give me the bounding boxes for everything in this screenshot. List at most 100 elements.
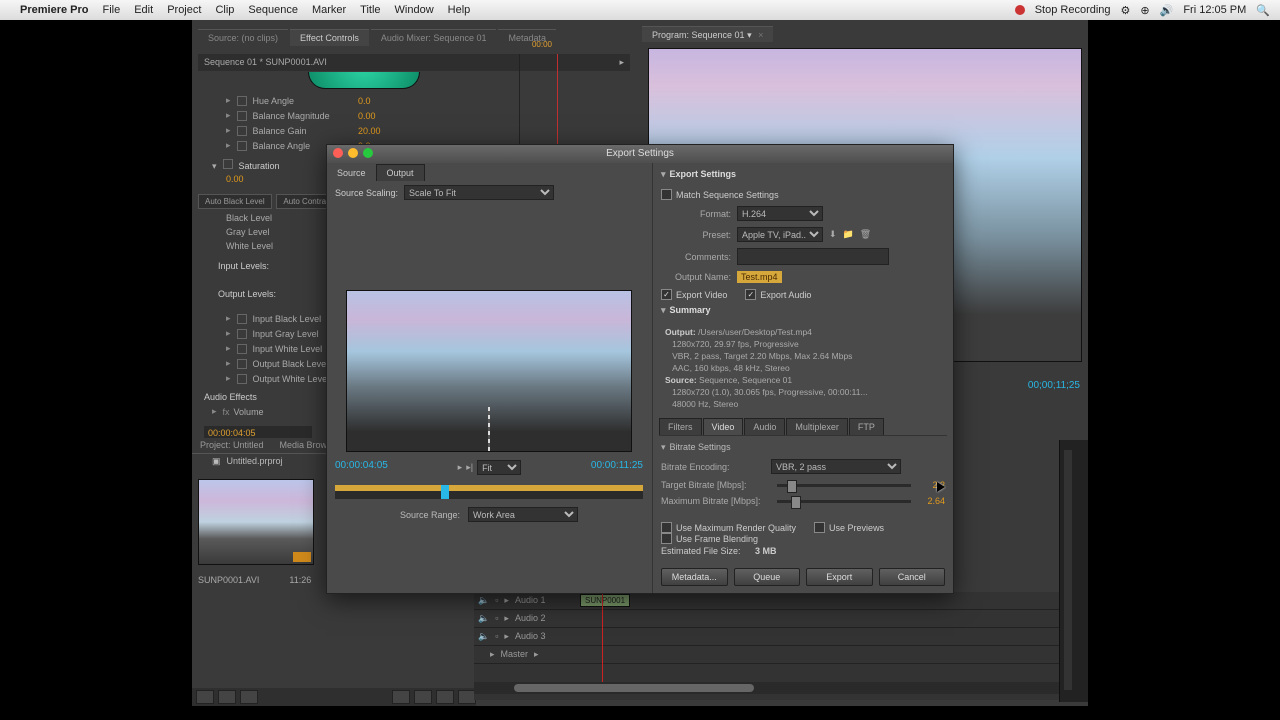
- clip-menu[interactable]: Clip: [215, 4, 234, 16]
- stopwatch-icon[interactable]: [237, 359, 247, 369]
- stopwatch-icon[interactable]: [223, 159, 233, 169]
- twirl-icon[interactable]: ▸: [226, 125, 231, 136]
- program-timecode[interactable]: 00;00;11;25: [1028, 380, 1080, 391]
- scrollbar-thumb[interactable]: [514, 684, 754, 692]
- window-menu[interactable]: Window: [395, 4, 434, 16]
- preview-tc-in[interactable]: 00:00:04:05: [335, 460, 388, 475]
- help-menu[interactable]: Help: [448, 4, 471, 16]
- master-track[interactable]: ▸Master▸: [474, 646, 1086, 664]
- twirl-icon[interactable]: ▸: [226, 358, 231, 369]
- app-menu[interactable]: Premiere Pro: [20, 4, 88, 16]
- max-bitrate-slider[interactable]: [777, 500, 911, 503]
- match-sequence-checkbox[interactable]: Match Sequence Settings: [661, 189, 779, 200]
- import-preset-icon[interactable]: 📁: [843, 229, 854, 240]
- param-value[interactable]: 0.0: [358, 96, 371, 106]
- close-traffic-icon[interactable]: [333, 148, 343, 158]
- preview-timebar[interactable]: [335, 485, 643, 499]
- timeline-playhead[interactable]: [602, 592, 603, 688]
- tab-output[interactable]: Output: [376, 164, 425, 181]
- title-menu[interactable]: Title: [360, 4, 380, 16]
- file-menu[interactable]: File: [102, 4, 120, 16]
- fit-dropdown[interactable]: Fit: [477, 460, 521, 475]
- delete-preset-icon[interactable]: 🗑: [860, 229, 871, 240]
- stopwatch-icon[interactable]: [237, 344, 247, 354]
- use-previews-checkbox[interactable]: Use Previews: [814, 522, 884, 533]
- timeline-scrollbar[interactable]: [474, 682, 1086, 694]
- preview-playhead[interactable]: [441, 485, 449, 499]
- scaling-dropdown[interactable]: Scale To Fit: [404, 185, 554, 200]
- fx-icon[interactable]: fx: [223, 407, 230, 417]
- auto-black-button[interactable]: Auto Black Level: [198, 194, 272, 209]
- param-value[interactable]: 0.00: [358, 111, 376, 121]
- twirl-icon[interactable]: ▸: [226, 313, 231, 324]
- new-bin-icon[interactable]: [414, 690, 432, 704]
- stopwatch-icon[interactable]: [237, 314, 247, 324]
- volume-icon[interactable]: 🔊: [1160, 4, 1174, 17]
- dialog-titlebar[interactable]: Export Settings: [327, 145, 953, 163]
- export-button[interactable]: Export: [806, 568, 873, 586]
- stopwatch-icon[interactable]: [237, 374, 247, 384]
- tab-audio[interactable]: Audio: [744, 418, 785, 435]
- stopwatch-icon[interactable]: [237, 96, 247, 106]
- tab-source[interactable]: Source: (no clips): [198, 29, 288, 46]
- tab-program[interactable]: Program: Sequence 01 ▾ ×: [642, 26, 773, 42]
- tab-source[interactable]: Source: [327, 165, 376, 181]
- twirl-icon[interactable]: ▸: [212, 406, 217, 417]
- queue-button[interactable]: Queue: [734, 568, 801, 586]
- tab-ftp[interactable]: FTP: [849, 418, 884, 435]
- tab-project[interactable]: Project: Untitled: [192, 438, 272, 454]
- edit-menu[interactable]: Edit: [134, 4, 153, 16]
- wifi-icon[interactable]: ⊕: [1140, 4, 1149, 17]
- auto-size-icon[interactable]: [240, 690, 258, 704]
- tab-effect-controls[interactable]: Effect Controls: [290, 29, 369, 46]
- clip-name[interactable]: SUNP0001.AVI: [198, 575, 259, 585]
- metadata-button[interactable]: Metadata...: [661, 568, 728, 586]
- twirl-icon[interactable]: ▸: [226, 328, 231, 339]
- twirl-icon[interactable]: ▸: [226, 373, 231, 384]
- expand-icon[interactable]: ▸: [504, 613, 509, 624]
- target-bitrate-slider[interactable]: [777, 484, 911, 487]
- source-range-dropdown[interactable]: Work Area: [468, 507, 578, 522]
- format-dropdown[interactable]: H.264: [737, 206, 823, 221]
- output-name-link[interactable]: Test.mp4: [737, 271, 782, 283]
- tab-audio-mixer[interactable]: Audio Mixer: Sequence 01: [371, 29, 497, 46]
- play-icon[interactable]: ▸: [458, 462, 463, 473]
- encoding-dropdown[interactable]: VBR, 2 pass: [771, 459, 901, 474]
- mute-icon[interactable]: 🔈: [478, 595, 489, 606]
- dropdown-icon[interactable]: ▾: [747, 30, 752, 40]
- spotlight-icon[interactable]: 🔍: [1256, 4, 1270, 17]
- list-view-icon[interactable]: [196, 690, 214, 704]
- minimize-traffic-icon[interactable]: [348, 148, 358, 158]
- marker-menu[interactable]: Marker: [312, 4, 346, 16]
- twirl-icon[interactable]: ▾: [212, 161, 217, 171]
- tab-video[interactable]: Video: [703, 418, 744, 435]
- close-icon[interactable]: ×: [758, 30, 763, 40]
- lock-icon[interactable]: ▫: [495, 631, 498, 642]
- icon-view-icon[interactable]: [218, 690, 236, 704]
- expand-icon[interactable]: ▸: [504, 595, 509, 606]
- audio-track[interactable]: 🔈▫▸Audio 1SUNP0001: [474, 592, 1086, 610]
- cancel-button[interactable]: Cancel: [879, 568, 946, 586]
- target-bitrate-value[interactable]: 2.2: [917, 480, 945, 490]
- step-icon[interactable]: ▸|: [466, 462, 473, 473]
- lock-icon[interactable]: ▫: [495, 613, 498, 624]
- sequence-menu[interactable]: Sequence: [248, 4, 298, 16]
- frame-blending-checkbox[interactable]: Use Frame Blending: [661, 533, 758, 544]
- preset-dropdown[interactable]: Apple TV, iPad...: [737, 227, 823, 242]
- zoom-traffic-icon[interactable]: [363, 148, 373, 158]
- preview-tc-out[interactable]: 00:00:11:25: [591, 460, 643, 475]
- max-bitrate-value[interactable]: 2.64: [917, 496, 945, 506]
- menulet-icon[interactable]: ⚙: [1121, 4, 1131, 17]
- twirl-icon[interactable]: ▾: [661, 169, 666, 179]
- twirl-icon[interactable]: ▸: [226, 140, 231, 151]
- max-render-quality-checkbox[interactable]: Use Maximum Render Quality: [661, 522, 796, 533]
- expand-icon[interactable]: ▸: [504, 631, 509, 642]
- stopwatch-icon[interactable]: [237, 141, 247, 151]
- lock-icon[interactable]: ▫: [495, 595, 498, 606]
- tab-multiplexer[interactable]: Multiplexer: [786, 418, 848, 435]
- mute-icon[interactable]: 🔈: [478, 631, 489, 642]
- twirl-icon[interactable]: ▸: [226, 110, 231, 121]
- audio-track[interactable]: 🔈▫▸Audio 3: [474, 628, 1086, 646]
- output-icon[interactable]: ▸: [534, 649, 539, 660]
- audio-track[interactable]: 🔈▫▸Audio 2: [474, 610, 1086, 628]
